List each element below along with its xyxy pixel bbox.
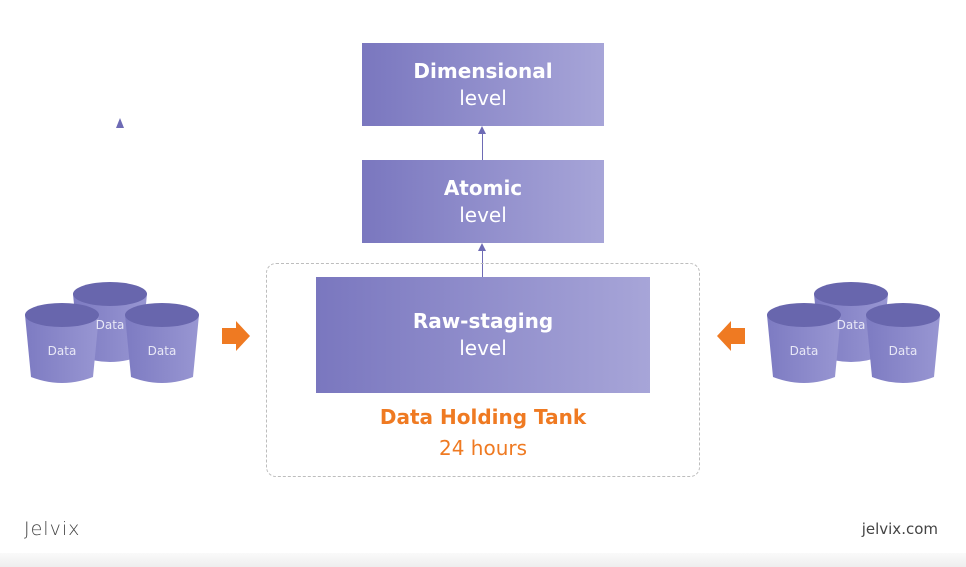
bucket-label: Data xyxy=(837,318,866,332)
bucket-label: Data xyxy=(148,344,177,358)
bucket-label: Data xyxy=(790,344,819,358)
bucket-label: Data xyxy=(889,344,918,358)
brand-site[interactable]: jelvix.com xyxy=(862,520,938,538)
arrow-left-icon xyxy=(717,321,745,351)
bucket-label: Data xyxy=(48,344,77,358)
right-buckets xyxy=(767,282,940,383)
left-buckets xyxy=(25,282,199,383)
brand-logo: Jelvix xyxy=(24,518,81,540)
bucket-label: Data xyxy=(96,318,125,332)
footer-shadow xyxy=(0,553,966,567)
buckets-and-arrows: Data Data Data Data Data Data xyxy=(25,118,940,383)
arrow-right-icon xyxy=(222,321,250,351)
